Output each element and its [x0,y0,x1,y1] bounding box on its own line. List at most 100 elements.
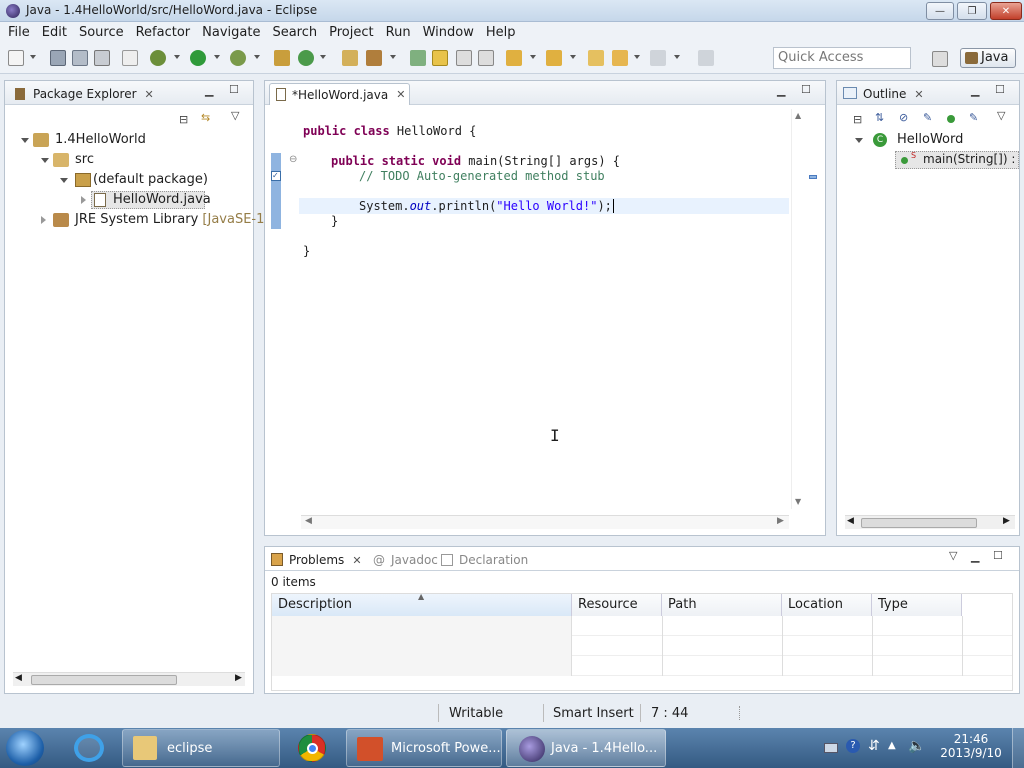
outline-class[interactable]: HelloWord [897,132,963,147]
tab-package-explorer[interactable]: Package Explorer ✕ [9,83,158,105]
outline-horizontal-scrollbar[interactable]: ◀ ▶ [845,515,1015,529]
menu-project[interactable]: Project [323,25,379,40]
expand-arrow-icon[interactable] [41,158,49,163]
tree-item-default-package[interactable]: (default package) [93,172,208,187]
tree-item-java-file[interactable]: HelloWord.java [113,192,211,207]
close-tab-icon[interactable]: ✕ [396,88,405,101]
hide-static-icon[interactable]: ✎ [923,111,932,124]
column-location[interactable]: Location [782,594,872,616]
save-all-icon[interactable] [72,50,88,66]
next-annotation-icon[interactable] [506,50,522,66]
scroll-right-icon[interactable]: ▶ [235,673,242,683]
run-icon[interactable] [190,50,206,66]
forward-icon[interactable] [650,50,666,66]
scroll-down-icon[interactable]: ▼ [795,497,801,506]
tab-javadoc[interactable]: @ Javadoc [369,549,442,571]
fold-method-icon[interactable]: ⊖ [289,154,297,165]
menu-help[interactable]: Help [480,25,522,40]
keyboard-icon[interactable] [824,743,838,753]
view-menu-icon[interactable]: ▽ [997,109,1005,122]
show-hidden-icons[interactable]: ▲ [888,740,896,751]
toggle-annotation-icon[interactable] [410,50,426,66]
menu-search[interactable]: Search [266,25,323,40]
minimize-view-icon[interactable]: ▁ [971,550,979,563]
scroll-right-icon[interactable]: ▶ [777,516,784,526]
overview-ruler-marker[interactable] [809,175,817,179]
scroll-right-icon[interactable]: ▶ [1003,516,1010,526]
network-icon[interactable]: ⇵ [868,738,880,754]
collapse-arrow-icon[interactable] [41,216,46,224]
scroll-thumb[interactable] [31,675,177,685]
minimize-view-icon[interactable]: ▁ [205,84,213,97]
minimize-button[interactable]: — [926,2,954,20]
maximize-view-icon[interactable]: ☐ [229,83,239,96]
view-menu-icon[interactable]: ▽ [949,549,957,562]
taskbar-eclipse-folder[interactable]: eclipse [122,729,280,767]
code-line-4[interactable]: System.out.println("Hello World!"); [359,199,614,213]
menu-window[interactable]: Window [417,25,480,40]
vertical-scrollbar[interactable]: ▲ ▼ [791,109,805,509]
clock[interactable]: 21:46 2013/9/10 [940,732,1002,760]
sort-icon[interactable]: ⇅ [875,111,884,124]
code-line-1[interactable]: public class HelloWord { [303,124,476,138]
start-button[interactable] [6,730,44,766]
code-line-5[interactable]: } [331,214,338,228]
maximize-view-icon[interactable]: ☐ [995,83,1005,96]
link-with-editor-icon[interactable]: ⇆ [201,111,210,124]
show-whitespace-icon[interactable] [478,50,494,66]
chrome-icon[interactable] [298,734,326,762]
code-line-3[interactable]: // TODO Auto-generated method stub [359,169,605,183]
horizontal-scrollbar[interactable]: ◀ ▶ [13,672,245,686]
menu-navigate[interactable]: Navigate [196,25,266,40]
maximize-view-icon[interactable]: ☐ [993,549,1003,562]
show-desktop-button[interactable] [1012,728,1024,768]
new-icon[interactable] [8,50,24,66]
collapse-arrow-icon[interactable] [81,196,86,204]
scroll-left-icon[interactable]: ◀ [15,673,22,683]
scroll-thumb[interactable] [861,518,977,528]
search-icon[interactable] [366,50,382,66]
previous-annotation-icon[interactable] [546,50,562,66]
collapse-all-icon[interactable]: ⊟ [853,113,862,126]
last-edit-location-icon[interactable] [588,50,604,66]
print-icon[interactable] [94,50,110,66]
scroll-up-icon[interactable]: ▲ [795,111,801,120]
new-class-icon[interactable] [298,50,314,66]
help-icon[interactable]: ? [846,739,860,753]
scroll-left-icon[interactable]: ◀ [847,516,854,526]
minimize-editor-icon[interactable]: ▁ [777,84,785,97]
view-menu-icon[interactable]: ▽ [231,109,239,122]
minimize-view-icon[interactable]: ▁ [971,84,979,97]
menu-file[interactable]: File [2,25,36,40]
expand-arrow-icon[interactable] [60,178,68,183]
editor-horizontal-scrollbar[interactable]: ◀ ▶ [301,515,789,529]
maximize-button[interactable]: ❐ [957,2,987,20]
menu-run[interactable]: Run [380,25,417,40]
close-tab-icon[interactable]: ✕ [352,554,361,567]
menu-edit[interactable]: Edit [36,25,73,40]
external-tools-icon[interactable] [230,50,246,66]
tab-declaration[interactable]: Declaration [437,549,532,571]
column-type[interactable]: Type [872,594,962,616]
hide-non-public-icon[interactable] [947,115,955,123]
outline-method[interactable]: main(String[]) : [923,152,1015,166]
menu-refactor[interactable]: Refactor [130,25,197,40]
internet-explorer-icon[interactable] [74,734,104,762]
taskbar-eclipse-java[interactable]: Java - 1.4Hello... [506,729,666,767]
tab-problems[interactable]: Problems ✕ [267,549,366,571]
column-resource[interactable]: Resource [572,594,662,616]
quick-access-input[interactable]: Quick Access [773,47,911,69]
taskbar-powerpoint[interactable]: Microsoft Powe... [346,729,502,767]
open-perspective-icon[interactable] [932,51,948,67]
tree-item-src[interactable]: src [75,152,94,167]
column-description[interactable]: Description ▲ [272,592,572,616]
code-line-2[interactable]: public static void main(String[] args) { [331,154,620,168]
open-type-icon[interactable] [342,50,358,66]
close-button[interactable]: ✕ [990,2,1022,20]
close-tab-icon[interactable]: ✕ [145,88,154,101]
close-tab-icon[interactable]: ✕ [914,88,923,101]
tree-item-jre[interactable]: JRE System Library [JavaSE-1. [75,212,269,227]
code-line-6[interactable]: } [303,244,310,258]
skip-breakpoints-icon[interactable] [122,50,138,66]
tab-hello-word-java[interactable]: *HelloWord.java ✕ [269,83,411,105]
